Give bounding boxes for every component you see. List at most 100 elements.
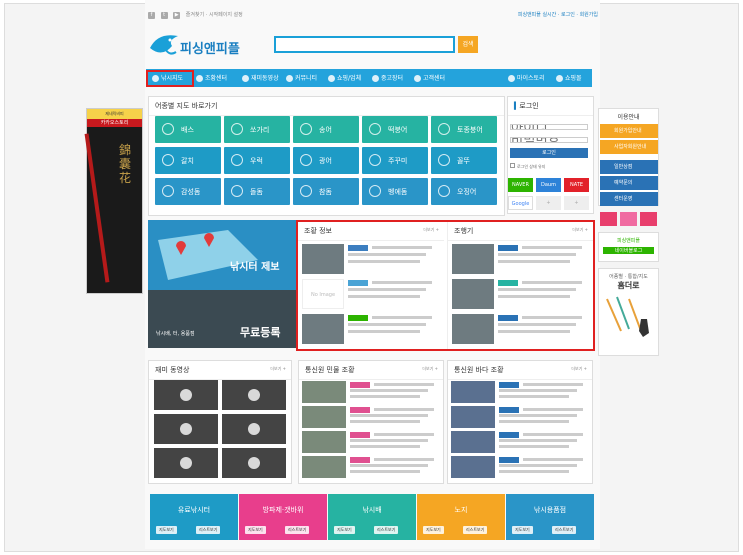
nav-catch-center[interactable]: 조황센터 bbox=[196, 73, 227, 83]
list-view-link[interactable]: 리스트보기 bbox=[374, 526, 399, 534]
daum-login-button[interactable]: Daum bbox=[536, 178, 561, 192]
fish-map-12[interactable]: 돌돔 bbox=[224, 178, 290, 205]
post-text-line[interactable] bbox=[498, 323, 576, 326]
quick-icon-3[interactable] bbox=[640, 212, 657, 226]
business-member-guide-button[interactable]: 사업자회원안내 bbox=[600, 140, 658, 154]
breakwater-cat[interactable]: 방파제·갯바위 지도보기 리스트보기 bbox=[239, 494, 327, 540]
post-text-line[interactable] bbox=[372, 281, 432, 284]
google-login-button[interactable]: Google bbox=[508, 196, 533, 210]
more-link[interactable]: 더보기 + bbox=[423, 227, 439, 233]
post-text-line[interactable] bbox=[348, 288, 426, 291]
twitter-icon[interactable]: t bbox=[160, 12, 168, 19]
post-text-line[interactable] bbox=[350, 420, 420, 423]
post-text-line[interactable] bbox=[350, 439, 428, 442]
post-text-line[interactable] bbox=[498, 295, 570, 298]
catch-photo[interactable] bbox=[452, 314, 494, 344]
catch-photo[interactable] bbox=[451, 431, 495, 453]
post-text-line[interactable] bbox=[523, 383, 583, 386]
bookmark-link[interactable]: 즐겨찾기 · 시작페이지 설정 bbox=[186, 12, 243, 18]
post-text-line[interactable] bbox=[499, 445, 569, 448]
fish-map-11[interactable]: 감성돔 bbox=[155, 178, 221, 205]
catch-photo[interactable] bbox=[452, 244, 494, 274]
post-text-line[interactable] bbox=[522, 281, 582, 284]
post-text-line[interactable] bbox=[523, 408, 583, 411]
post-text-line[interactable] bbox=[350, 470, 420, 473]
quick-icon-2[interactable] bbox=[620, 212, 637, 226]
post-text-line[interactable] bbox=[498, 253, 576, 256]
fish-map-14[interactable]: 벵에돔 bbox=[362, 178, 428, 205]
post-text-line[interactable] bbox=[374, 383, 434, 386]
post-text-line[interactable] bbox=[350, 389, 428, 392]
naver-blog-link[interactable]: 네이버블로그 bbox=[603, 247, 654, 254]
fishing-boat-cat[interactable]: 낚시배 지도보기 리스트보기 bbox=[328, 494, 416, 540]
catch-photo[interactable] bbox=[452, 279, 494, 309]
general-store-button[interactable]: 일반상점 bbox=[600, 160, 658, 174]
post-text-line[interactable] bbox=[498, 330, 570, 333]
post-text-line[interactable] bbox=[523, 433, 583, 436]
list-view-link[interactable]: 리스트보기 bbox=[196, 526, 221, 534]
catch-photo[interactable] bbox=[302, 314, 344, 344]
post-text-line[interactable] bbox=[499, 439, 577, 442]
post-text-line[interactable] bbox=[498, 288, 576, 291]
search-input[interactable] bbox=[274, 36, 455, 53]
paid-fishing-cat[interactable]: 유료낚시터 지도보기 리스트보기 bbox=[150, 494, 238, 540]
post-text-line[interactable] bbox=[348, 295, 420, 298]
reservation-button[interactable]: 예약문의 bbox=[600, 176, 658, 190]
video-thumbnail[interactable] bbox=[222, 380, 286, 410]
nate-login-button[interactable]: NATE bbox=[564, 178, 589, 192]
open-spot-cat[interactable]: 노지 지도보기 리스트보기 bbox=[417, 494, 505, 540]
nav-video[interactable]: 재미동영상 bbox=[242, 73, 279, 83]
more-link[interactable]: 더보기 + bbox=[571, 366, 587, 372]
post-text-line[interactable] bbox=[522, 246, 582, 249]
video-thumbnail[interactable] bbox=[222, 448, 286, 478]
nav-used-market[interactable]: 중고장터 bbox=[372, 73, 403, 83]
post-text-line[interactable] bbox=[499, 464, 577, 467]
member-links[interactable]: 피싱앤피플 실시간 · 로그인 · 회원가입 bbox=[518, 11, 598, 18]
member-join-guide-button[interactable]: 회원가입안내 bbox=[600, 124, 658, 138]
post-text-line[interactable] bbox=[374, 433, 434, 436]
nav-my-story[interactable]: 마이스토리 bbox=[508, 73, 545, 83]
fish-map-7[interactable]: 우럭 bbox=[224, 147, 290, 174]
login-id-input[interactable] bbox=[510, 124, 588, 130]
post-text-line[interactable] bbox=[348, 253, 426, 256]
report-banner[interactable]: 낚시터 제보 무료등록 낚시배, 터, 용품점 bbox=[148, 220, 296, 348]
float-guide-banner[interactable]: 어종별 · 통합/지도 홈더로 bbox=[598, 268, 659, 356]
more-link[interactable]: 더보기 + bbox=[422, 366, 438, 372]
post-text-line[interactable] bbox=[350, 414, 428, 417]
quick-icon-1[interactable] bbox=[600, 212, 617, 226]
post-text-line[interactable] bbox=[348, 260, 420, 263]
list-view-link[interactable]: 리스트보기 bbox=[285, 526, 310, 534]
search-button[interactable]: 검색 bbox=[458, 36, 478, 53]
nav-shop-company[interactable]: 쇼핑/업체 bbox=[328, 73, 361, 83]
fish-map-4[interactable]: 떡붕어 bbox=[362, 116, 428, 143]
post-text-line[interactable] bbox=[522, 316, 582, 319]
post-text-line[interactable] bbox=[350, 395, 420, 398]
login-password-input[interactable] bbox=[510, 137, 588, 143]
left-ad-banner[interactable]: 제네릭비피 카카오스토리 錦囊花 bbox=[84, 108, 143, 294]
post-text-line[interactable] bbox=[499, 414, 577, 417]
post-text-line[interactable] bbox=[499, 395, 569, 398]
post-text-line[interactable] bbox=[348, 330, 420, 333]
fish-map-2[interactable]: 쏘가리 bbox=[224, 116, 290, 143]
post-text-line[interactable] bbox=[372, 316, 432, 319]
fish-map-5[interactable]: 토종붕어 bbox=[431, 116, 497, 143]
list-view-link[interactable]: 리스트보기 bbox=[463, 526, 488, 534]
youtube-icon[interactable]: ▶ bbox=[173, 12, 181, 19]
fish-map-3[interactable]: 송어 bbox=[293, 116, 359, 143]
post-text-line[interactable] bbox=[498, 260, 570, 263]
post-text-line[interactable] bbox=[374, 458, 434, 461]
map-view-link[interactable]: 지도보기 bbox=[334, 526, 355, 534]
fish-map-1[interactable]: 배스 bbox=[155, 116, 221, 143]
add-login-slot-2[interactable]: + bbox=[564, 196, 589, 210]
more-link[interactable]: 더보기 + bbox=[270, 366, 286, 372]
fish-map-13[interactable]: 참돔 bbox=[293, 178, 359, 205]
video-thumbnail[interactable] bbox=[154, 380, 218, 410]
post-text-line[interactable] bbox=[350, 445, 420, 448]
naver-login-button[interactable]: NAVER bbox=[508, 178, 533, 192]
catch-photo[interactable] bbox=[451, 381, 495, 403]
center-operation-button[interactable]: 센터운영 bbox=[600, 192, 658, 206]
video-thumbnail[interactable] bbox=[154, 448, 218, 478]
video-thumbnail[interactable] bbox=[222, 414, 286, 444]
map-view-link[interactable]: 지도보기 bbox=[156, 526, 177, 534]
login-button[interactable]: 로그인 bbox=[510, 148, 588, 158]
